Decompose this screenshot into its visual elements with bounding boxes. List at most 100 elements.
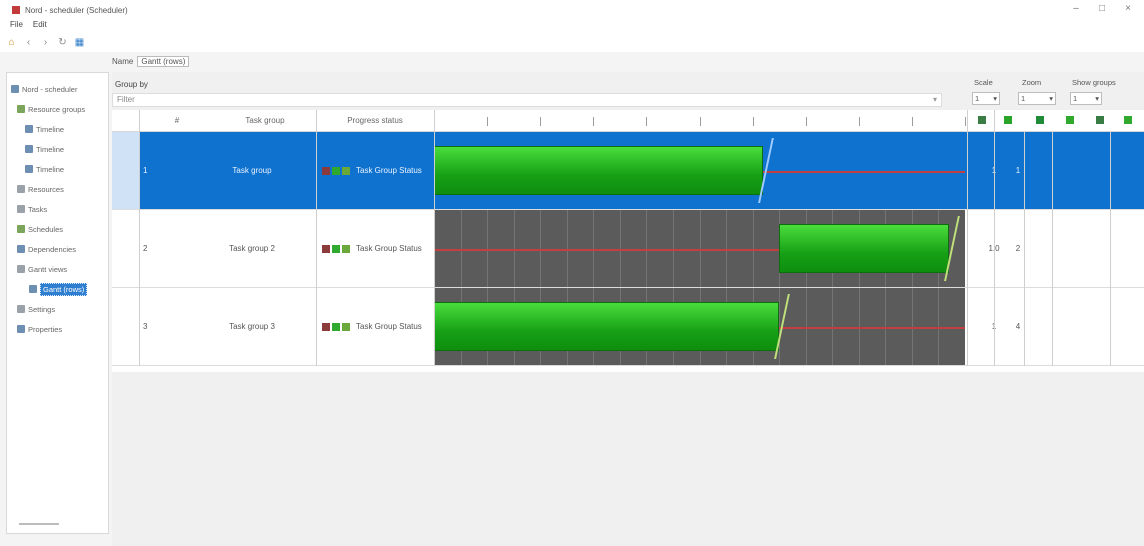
gantt-track (434, 132, 965, 209)
menu-bar: File Edit (0, 20, 1144, 32)
app-window: Nord - scheduler (Scheduler) – □ × File … (0, 0, 1144, 546)
tree-item-schedules[interactable]: Schedules (7, 219, 108, 239)
task-icon (17, 205, 25, 213)
tree-item-dependencies[interactable]: Dependencies (7, 239, 108, 259)
row-task-group: Task group (232, 166, 272, 175)
gantt-progress-line (434, 248, 780, 251)
tree-item-label: Resource groups (28, 104, 86, 114)
tree-item-label: Timeline (36, 144, 65, 154)
show-groups-select[interactable]: 1 ▾ (1070, 92, 1102, 105)
row-index: 3 (143, 322, 148, 331)
row-value-b: 4 (1015, 322, 1021, 331)
timeline-icon (25, 145, 33, 153)
tree-item-tasks[interactable]: Tasks (7, 199, 108, 219)
zoom-select[interactable]: 1 ▾ (1018, 92, 1056, 105)
tree-scrollbar[interactable] (19, 523, 59, 525)
home-icon[interactable]: ⌂ (6, 37, 17, 48)
tree-item-timeline-2[interactable]: Timeline (7, 139, 108, 159)
tree-item-label: Nord - scheduler (22, 84, 78, 94)
tree-item-resource-groups[interactable]: Resource groups (7, 99, 108, 119)
path-field[interactable]: Gantt (rows) (137, 55, 190, 67)
column-divider (434, 110, 435, 366)
close-button[interactable]: × (1122, 3, 1134, 14)
gantt-progress-line (779, 326, 965, 329)
column-divider (316, 110, 317, 366)
tree-item-label: Timeline (36, 164, 65, 174)
group-bar[interactable]: Group by (112, 78, 942, 92)
back-icon[interactable]: ‹ (23, 37, 34, 48)
tree-item-settings[interactable]: Settings (7, 299, 108, 319)
tree-item-timeline-3[interactable]: Timeline (7, 159, 108, 179)
window-title: Nord - scheduler (Scheduler) (25, 5, 128, 15)
status-badge (332, 322, 340, 331)
tree-item-timeline-1[interactable]: Timeline (7, 119, 108, 139)
refresh-icon[interactable]: ↻ (57, 37, 68, 48)
status-green-icon[interactable] (1096, 116, 1104, 124)
status-green-icon[interactable] (1004, 116, 1012, 124)
title-bar: Nord - scheduler (Scheduler) – □ × (0, 0, 1144, 20)
zoom-value: 1 (1021, 94, 1026, 103)
status-text: Task Group Status (356, 244, 422, 253)
status-badge (322, 322, 330, 331)
tree-item-resources[interactable]: Resources (7, 179, 108, 199)
tree-item-label: Settings (28, 304, 56, 314)
status-green-icon[interactable] (1066, 116, 1074, 124)
gantt-icon (17, 265, 25, 273)
path-label: Name (112, 56, 134, 66)
grid-header: # Task group Progress status (112, 110, 1144, 132)
timeline-tick (593, 117, 595, 126)
tree-item-gantt-rows[interactable]: Gantt (rows) (7, 279, 108, 299)
gantt-icon (29, 285, 37, 293)
tree-item-label: Gantt (rows) (40, 282, 88, 296)
timeline-tick (805, 117, 807, 126)
row-progress-status: Task Group Status (322, 132, 434, 209)
chevron-down-icon: ▾ (932, 95, 937, 104)
column-divider (994, 110, 995, 366)
minimize-button[interactable]: – (1070, 3, 1082, 14)
timeline-tick (752, 117, 754, 126)
tree-item-label: Dependencies (28, 244, 76, 254)
row-value-b: 1 (1015, 166, 1021, 175)
scale-value: 1 (975, 94, 980, 103)
timeline-tick (965, 117, 966, 126)
maximize-button[interactable]: □ (1096, 3, 1108, 14)
grid-icon[interactable]: ▦ (74, 37, 85, 48)
tree-item-project[interactable]: Nord - scheduler (7, 79, 108, 99)
timeline-tick (699, 117, 701, 126)
timeline-tick (858, 117, 860, 126)
header-task-group[interactable]: Task group (214, 110, 316, 132)
gantt-bar[interactable] (434, 301, 780, 352)
status-green-icon[interactable] (978, 116, 986, 124)
row-index: 2 (143, 244, 148, 253)
filter-input[interactable]: Filter ▾ (112, 93, 942, 107)
status-green-icon[interactable] (1036, 116, 1044, 124)
timeline-tick (540, 117, 542, 126)
row-index: 1 (143, 166, 148, 175)
status-green-icon[interactable] (1124, 116, 1132, 124)
table-row[interactable]: 2Task group 2Task Group Status1.02 (112, 210, 1144, 288)
gantt-track (434, 288, 965, 365)
column-divider (967, 110, 968, 366)
gantt-bar[interactable] (779, 223, 950, 274)
table-row[interactable]: 1Task groupTask Group Status11 (112, 132, 1144, 210)
resource-icon (17, 185, 25, 193)
chevron-down-icon: ▾ (1095, 94, 1099, 103)
tree-item-properties[interactable]: Properties (7, 319, 108, 339)
chevron-down-icon: ▾ (993, 94, 997, 103)
filter-placeholder: Filter (117, 95, 135, 104)
menu-file[interactable]: File (10, 20, 23, 32)
header-progress-status[interactable]: Progress status (316, 110, 434, 132)
scale-select[interactable]: 1 ▾ (972, 92, 1000, 105)
status-badge (342, 244, 350, 253)
chevron-down-icon: ▾ (1049, 94, 1053, 103)
row-selector[interactable] (112, 132, 139, 209)
row-value-b: 2 (1015, 244, 1021, 253)
forward-icon[interactable]: › (40, 37, 51, 48)
tree-item-gantt-views[interactable]: Gantt views (7, 259, 108, 279)
tree-item-label: Properties (28, 324, 63, 334)
menu-edit[interactable]: Edit (33, 20, 47, 32)
main-panel: Group by Filter ▾ Scale 1 ▾ Zoom 1 ▾ Show … (112, 72, 1144, 546)
header-index[interactable]: # (140, 110, 214, 132)
gantt-bar[interactable] (434, 145, 764, 196)
table-row[interactable]: 3Task group 3Task Group Status14 (112, 288, 1144, 366)
